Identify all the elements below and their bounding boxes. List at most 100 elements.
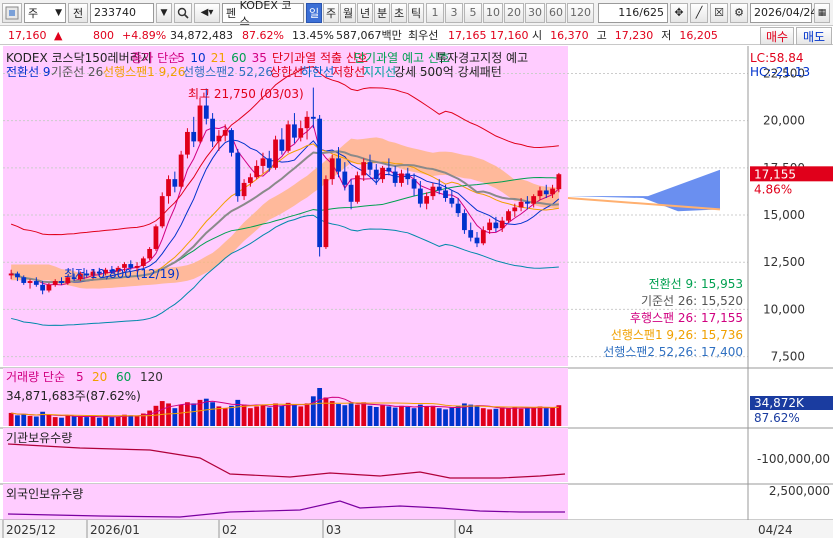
interval-button[interactable]: 1 <box>426 2 444 23</box>
stock-search-icon[interactable] <box>2 2 22 23</box>
interval-button[interactable]: 60 <box>546 2 566 23</box>
date-field[interactable]: 2026/04/24 <box>750 2 817 23</box>
chevron-down-icon[interactable]: ▼ <box>156 2 172 23</box>
volume-bar <box>229 405 234 426</box>
volume-bar <box>310 396 316 426</box>
interval-button[interactable]: 20 <box>504 2 524 23</box>
candle-body <box>52 281 58 285</box>
candle-body <box>436 186 442 191</box>
inst-highlight <box>3 428 568 482</box>
volume-bar <box>254 406 260 426</box>
plus-move-icon[interactable]: ✥ <box>670 2 688 23</box>
interval-button[interactable]: 3 <box>445 2 463 23</box>
buy-button[interactable]: 매수 <box>760 27 794 45</box>
candle-body <box>506 211 511 221</box>
candle-body <box>210 118 215 142</box>
timeframe-button[interactable]: 분 <box>374 2 390 23</box>
timeframe-button[interactable]: 일 <box>306 2 322 23</box>
volume-ma-label: 5 <box>76 370 84 384</box>
price-axis-label: 7,500 <box>771 350 805 364</box>
price-axis-label: 12,500 <box>763 255 805 269</box>
candle-body <box>480 230 486 244</box>
volume-bar <box>512 407 518 426</box>
count-field[interactable]: 116/625 <box>598 2 668 23</box>
sell-button[interactable]: 매도 <box>796 27 832 45</box>
volume-bar <box>531 407 537 426</box>
candle-body <box>140 258 146 266</box>
volume-bar <box>524 408 530 426</box>
legend-item: 60 <box>231 51 246 65</box>
interval-button[interactable]: 5 <box>464 2 482 23</box>
volume-bar <box>550 407 555 426</box>
timeframe-button[interactable]: 월 <box>340 2 356 23</box>
volume-tag-value: 34,872K <box>754 396 805 410</box>
candle-body <box>411 179 417 189</box>
volume-bar <box>405 407 411 426</box>
volume-bar <box>373 407 379 426</box>
volume-bar <box>348 403 354 426</box>
candle-body <box>21 277 27 283</box>
chevron-down-icon: ▼ <box>55 7 62 18</box>
volume-bar <box>128 415 134 426</box>
volume-bar <box>499 407 505 426</box>
legend-item: KODEX 코스닥150레버리지 <box>6 51 152 65</box>
timeframe-button[interactable]: 년 <box>357 2 373 23</box>
gear-icon[interactable]: ⚙ <box>730 2 748 23</box>
stock-name-field: 펜 KODEX 코스 <box>222 0 304 28</box>
candle-body <box>392 171 398 183</box>
legend-item: 선행스팬1 9,26 <box>103 64 185 79</box>
toolbar: 주 ▼ 전 233740 ▼ ◀▾ 펜 KODEX 코스 일주월년분초틱 1351… <box>0 0 833 28</box>
candle-body <box>235 152 241 197</box>
price-axis-label: 15,000 <box>763 208 805 222</box>
legend-item: 종가 단순 <box>131 51 179 65</box>
timeframe-button[interactable]: 주 <box>323 2 339 23</box>
line-draw-icon[interactable]: ╱ <box>690 2 708 23</box>
interval-button[interactable]: 10 <box>483 2 503 23</box>
candle-body <box>222 130 228 136</box>
chart-area[interactable]: 22,50020,00017,50015,00012,50010,0007,50… <box>0 46 833 538</box>
interval-button[interactable]: 30 <box>525 2 545 23</box>
speaker-icon[interactable]: ◀▾ <box>194 2 220 23</box>
timeframe-button[interactable]: 초 <box>391 2 407 23</box>
candle-body <box>178 154 184 187</box>
volume-bar <box>317 388 323 426</box>
ichimoku-value: 전환선 9: 15,953 <box>649 277 743 291</box>
stock-code-input[interactable]: 233740 <box>90 2 154 23</box>
market-select[interactable]: 주 ▼ <box>24 2 66 23</box>
candle-body <box>348 184 354 202</box>
calendar-icon[interactable]: ▦ <box>814 2 830 23</box>
period-button[interactable]: 전 <box>68 2 88 23</box>
trade-amount: 587,067백만 <box>336 29 402 42</box>
candle-body <box>355 175 360 202</box>
volume-ma-label: 60 <box>116 370 131 384</box>
legend-item: 21 <box>211 51 226 65</box>
candle-body <box>342 171 348 185</box>
candle-body <box>524 201 530 204</box>
stock-chart[interactable]: 22,50020,00017,50015,00012,50010,0007,50… <box>0 46 833 538</box>
checkbox-icon[interactable]: ☒ <box>710 2 728 23</box>
candle-body <box>159 196 165 227</box>
candle-body <box>449 198 455 204</box>
candle-body <box>185 131 190 155</box>
candle-body <box>329 158 335 180</box>
volume-bar <box>474 405 480 426</box>
candle-body <box>310 116 316 119</box>
interval-button[interactable]: 120 <box>567 2 594 23</box>
candle-body <box>298 128 304 138</box>
volume-bar <box>191 403 197 426</box>
volume-bar <box>455 406 461 426</box>
volume-bar <box>103 415 108 426</box>
candle-body <box>59 281 64 283</box>
high-label: 고 <box>596 29 607 42</box>
candle-body <box>493 222 499 229</box>
magnifier-icon[interactable] <box>174 2 192 23</box>
price-tag-value: 17,155 <box>754 167 796 181</box>
timeframe-button[interactable]: 틱 <box>408 2 424 23</box>
volume-bar <box>153 405 159 426</box>
volume-bar <box>216 406 222 426</box>
volume-bar <box>449 407 455 426</box>
price-tag-pct: 4.86% <box>754 182 792 196</box>
ichimoku-value: 기준선 26: 15,520 <box>641 294 743 308</box>
volume-bar <box>159 401 165 426</box>
candle-body <box>15 273 20 278</box>
